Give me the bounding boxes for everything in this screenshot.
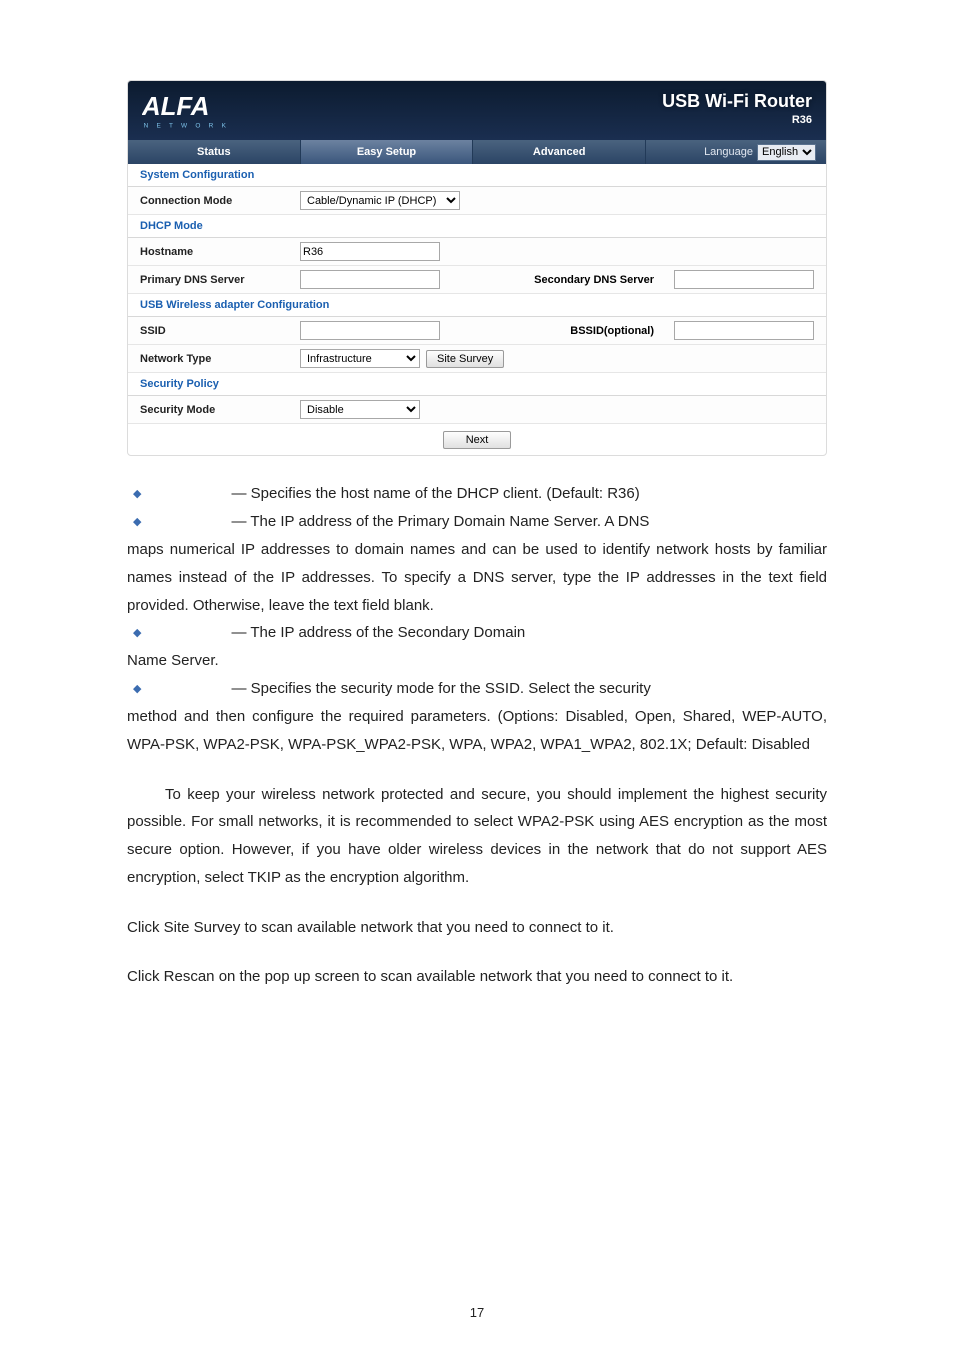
- security-mode-label: Security Mode: [140, 404, 300, 416]
- bullet-primary-dns-rest: maps numerical IP addresses to domain na…: [127, 536, 827, 619]
- connection-mode-row: Connection Mode Cable/Dynamic IP (DHCP): [128, 187, 826, 215]
- page-number: 17: [0, 1305, 954, 1320]
- alfa-logo: ALFA N E T W O R K: [142, 91, 662, 138]
- tab-easy-setup[interactable]: Easy Setup: [301, 140, 474, 164]
- security-mode-select[interactable]: Disable: [300, 400, 420, 419]
- bullet-hostname-text: — Specifies the host name of the DHCP cl…: [231, 480, 639, 508]
- bullet-security-mode-line1: — Specifies the security mode for the SS…: [231, 675, 650, 703]
- secondary-dns-label: Secondary DNS Server: [534, 274, 654, 286]
- document-body: ◆ — Specifies the host name of the DHCP …: [127, 480, 827, 991]
- diamond-bullet-icon: ◆: [133, 508, 141, 536]
- bullet-hostname: ◆ — Specifies the host name of the DHCP …: [127, 480, 827, 508]
- site-survey-button[interactable]: Site Survey: [426, 350, 504, 368]
- bssid-input[interactable]: [674, 321, 814, 340]
- paragraph-security-advice: To keep your wireless network protected …: [127, 781, 827, 892]
- next-button[interactable]: Next: [443, 431, 512, 449]
- alfa-logo-svg: ALFA N E T W O R K: [142, 91, 279, 133]
- hostname-label: Hostname: [140, 246, 300, 258]
- system-configuration-header: System Configuration: [128, 164, 826, 187]
- bullet-secondary-dns: ◆ — The IP address of the Secondary Doma…: [127, 619, 827, 647]
- diamond-bullet-icon: ◆: [133, 480, 141, 508]
- hostname-row: Hostname: [128, 238, 826, 266]
- ssid-row: SSID BSSID(optional): [128, 317, 826, 345]
- bullet-security-mode: ◆ — Specifies the security mode for the …: [127, 675, 827, 703]
- usb-wireless-header: USB Wireless adapter Configuration: [128, 294, 826, 317]
- paragraph-site-survey: Click Site Survey to scan available netw…: [127, 914, 827, 942]
- network-type-label: Network Type: [140, 353, 300, 365]
- security-policy-header: Security Policy: [128, 373, 826, 396]
- usb-title: USB Wi-Fi Router: [662, 91, 812, 112]
- panel-header-right: USB Wi-Fi Router R36: [662, 91, 812, 126]
- language-select[interactable]: English: [757, 144, 816, 161]
- tab-advanced[interactable]: Advanced: [473, 140, 646, 164]
- language-selector-wrap: Language English: [646, 140, 826, 164]
- paragraph-rescan: Click Rescan on the pop up screen to sca…: [127, 963, 827, 991]
- primary-dns-label: Primary DNS Server: [140, 274, 300, 286]
- svg-text:ALFA: ALFA: [142, 93, 209, 121]
- language-label: Language: [704, 146, 753, 158]
- next-button-row: Next: [128, 424, 826, 455]
- diamond-bullet-icon: ◆: [133, 619, 141, 647]
- model-label: R36: [662, 114, 812, 126]
- primary-dns-input[interactable]: [300, 270, 440, 289]
- network-type-select[interactable]: Infrastructure: [300, 349, 420, 368]
- bullet-security-mode-rest: method and then configure the required p…: [127, 703, 827, 759]
- config-body: System Configuration Connection Mode Cab…: [128, 164, 826, 455]
- ssid-input[interactable]: [300, 321, 440, 340]
- bullet-secondary-dns-rest: Name Server.: [127, 647, 827, 675]
- ssid-label: SSID: [140, 325, 300, 337]
- bullet-primary-dns: ◆ — The IP address of the Primary Domain…: [127, 508, 827, 536]
- hostname-input[interactable]: [300, 242, 440, 261]
- dns-row: Primary DNS Server Secondary DNS Server: [128, 266, 826, 294]
- security-mode-row: Security Mode Disable: [128, 396, 826, 424]
- svg-text:N E T W O R K: N E T W O R K: [144, 122, 230, 129]
- bullet-primary-dns-line1: — The IP address of the Primary Domain N…: [231, 508, 649, 536]
- tab-status[interactable]: Status: [128, 140, 301, 164]
- network-type-row: Network Type Infrastructure Site Survey: [128, 345, 826, 373]
- panel-header: ALFA N E T W O R K USB Wi-Fi Router R36: [128, 81, 826, 140]
- diamond-bullet-icon: ◆: [133, 675, 141, 703]
- bssid-label: BSSID(optional): [570, 325, 654, 337]
- connection-mode-select[interactable]: Cable/Dynamic IP (DHCP): [300, 191, 460, 210]
- bullet-secondary-dns-line1: — The IP address of the Secondary Domain: [231, 619, 525, 647]
- connection-mode-label: Connection Mode: [140, 195, 300, 207]
- secondary-dns-input[interactable]: [674, 270, 814, 289]
- tab-bar: Status Easy Setup Advanced Language Engl…: [128, 140, 826, 164]
- dhcp-mode-header: DHCP Mode: [128, 215, 826, 238]
- router-config-panel: ALFA N E T W O R K USB Wi-Fi Router R36 …: [127, 80, 827, 456]
